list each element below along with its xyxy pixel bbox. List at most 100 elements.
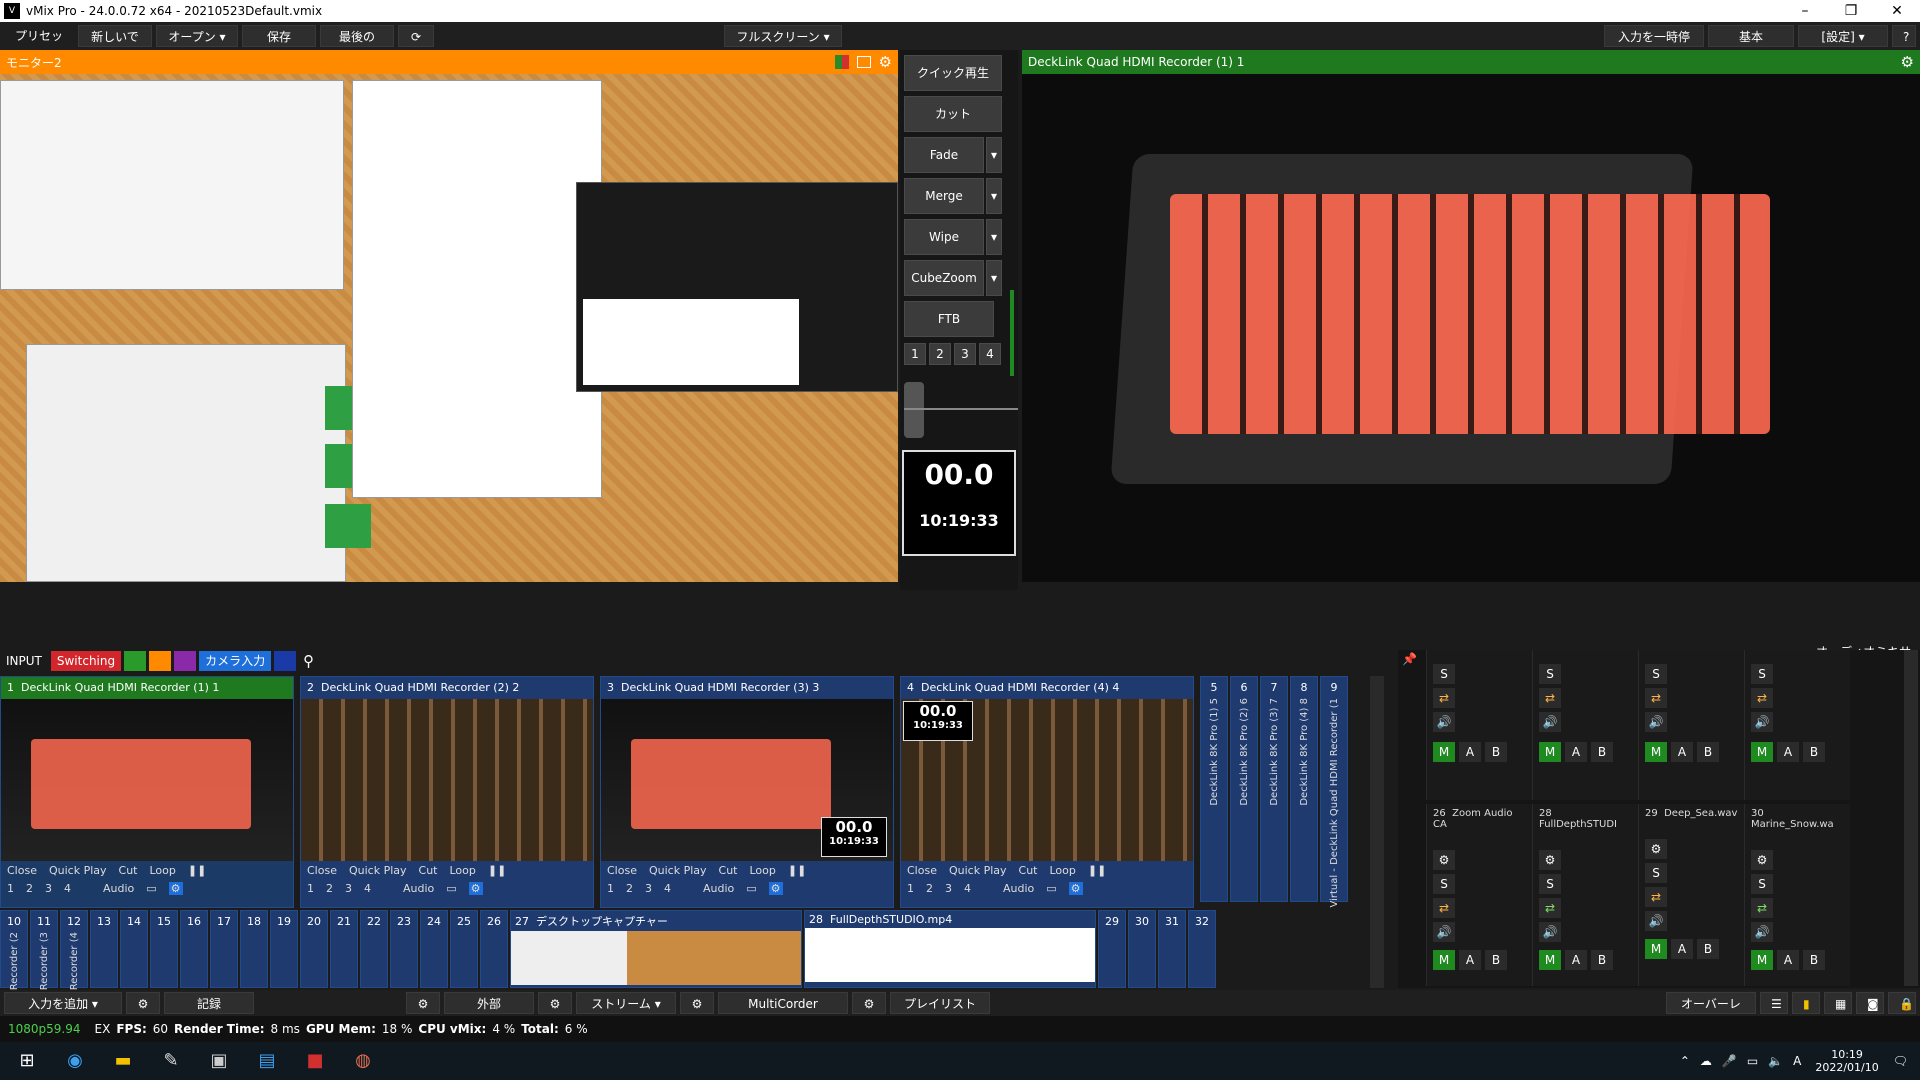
input-tile-14[interactable]: 14: [120, 910, 148, 988]
solo-button[interactable]: S: [1539, 874, 1561, 894]
slot-2[interactable]: 2: [326, 882, 333, 895]
photos-icon[interactable]: ▣: [202, 1046, 236, 1076]
speaker-icon[interactable]: 🔊: [1433, 922, 1455, 942]
blue-color-tab[interactable]: [274, 651, 297, 671]
bus-a-button[interactable]: A: [1459, 950, 1481, 970]
input-tile-19[interactable]: 19: [270, 910, 298, 988]
input-tile-3[interactable]: 3 DeckLink Quad HDMI Recorder (3) 3 00.0…: [600, 676, 894, 908]
input-tile-9[interactable]: 9 Virtual - DeckLink Quad HDMI Recorder (…: [1320, 676, 1348, 908]
solo-button[interactable]: S: [1433, 664, 1455, 684]
edge-icon[interactable]: ◉: [58, 1046, 92, 1076]
bus-b-button[interactable]: B: [1803, 742, 1825, 762]
slot-1[interactable]: 1: [907, 882, 914, 895]
fade-dropdown[interactable]: ▾: [986, 137, 1002, 173]
bus-b-button[interactable]: B: [1591, 950, 1613, 970]
merge-button[interactable]: Merge: [904, 178, 984, 214]
save-button[interactable]: 保存: [242, 25, 316, 47]
cut-button[interactable]: カット: [904, 96, 1002, 132]
loop-button[interactable]: Loop: [1049, 864, 1075, 877]
t-bar-slider[interactable]: [904, 382, 924, 438]
input-tile-27[interactable]: 27 デスクトップキャプチャー: [510, 910, 802, 988]
input-tile-17[interactable]: 17: [210, 910, 238, 988]
gear-icon[interactable]: ⚙: [879, 53, 892, 71]
add-input-button[interactable]: 入力を追加 ▾: [4, 992, 122, 1014]
audio-pin-icon[interactable]: 📌: [1402, 652, 1417, 666]
gear-icon[interactable]: ⚙: [680, 992, 714, 1014]
master-button[interactable]: M: [1433, 950, 1455, 970]
cut-button[interactable]: Cut: [419, 864, 438, 877]
route-icon[interactable]: ⇄: [1645, 688, 1667, 708]
pause-icon[interactable]: ❚❚: [188, 864, 206, 877]
refresh-icon[interactable]: ⟳: [398, 25, 434, 47]
bus-b-button[interactable]: B: [1485, 742, 1507, 762]
playlist-button[interactable]: プレイリスト: [890, 992, 990, 1014]
fade-button[interactable]: Fade: [904, 137, 984, 173]
cut-button[interactable]: Cut: [1019, 864, 1038, 877]
close-button[interactable]: Close: [7, 864, 37, 877]
master-button[interactable]: M: [1751, 950, 1773, 970]
windows-start-icon[interactable]: ⊞: [10, 1046, 44, 1076]
slot-3[interactable]: 3: [945, 882, 952, 895]
cut-button[interactable]: Cut: [719, 864, 738, 877]
slot-3[interactable]: 3: [954, 343, 976, 365]
master-button[interactable]: M: [1433, 742, 1455, 762]
close-button[interactable]: Close: [307, 864, 337, 877]
slot-3[interactable]: 3: [45, 882, 52, 895]
master-button[interactable]: M: [1645, 939, 1667, 959]
input-tile-31[interactable]: 31: [1158, 910, 1186, 988]
layout-icon[interactable]: [856, 56, 871, 68]
camera-tab[interactable]: カメラ入力: [199, 651, 272, 671]
maximize-button[interactable]: ❐: [1828, 3, 1874, 19]
quick-play-button[interactable]: Quick Play: [949, 864, 1007, 877]
audio-button[interactable]: Audio: [103, 882, 134, 895]
notification-icon[interactable]: 🗨: [1893, 1054, 1908, 1068]
slot-4[interactable]: 4: [364, 882, 371, 895]
monitor-icon[interactable]: ▭: [146, 882, 156, 895]
input-tile-26[interactable]: 26: [480, 910, 508, 988]
monitor-icon[interactable]: ▭: [746, 882, 756, 895]
slot-1[interactable]: 1: [307, 882, 314, 895]
preview-panel[interactable]: モニター2 ⚙: [0, 50, 898, 582]
route-icon[interactable]: ⇄: [1751, 688, 1773, 708]
close-button[interactable]: Close: [607, 864, 637, 877]
cubezoom-dropdown[interactable]: ▾: [986, 260, 1002, 296]
bus-a-button[interactable]: A: [1459, 742, 1481, 762]
solo-button[interactable]: S: [1645, 863, 1667, 883]
slot-4[interactable]: 4: [964, 882, 971, 895]
chevron-up-icon[interactable]: ⌃: [1680, 1054, 1690, 1068]
bus-b-button[interactable]: B: [1697, 742, 1719, 762]
wipe-dropdown[interactable]: ▾: [986, 219, 1002, 255]
route-icon[interactable]: ⇄: [1433, 688, 1455, 708]
speaker-icon[interactable]: 🔊: [1751, 922, 1773, 942]
slot-3[interactable]: 3: [345, 882, 352, 895]
close-button[interactable]: ✕: [1874, 3, 1920, 19]
input-tile-6[interactable]: 6 DeckLink 8K Pro (2) 6: [1230, 676, 1258, 902]
switching-tab[interactable]: Switching: [50, 651, 122, 671]
input-tile-15[interactable]: 15: [150, 910, 178, 988]
slot-3[interactable]: 3: [645, 882, 652, 895]
audio-button[interactable]: Audio: [703, 882, 734, 895]
gear-icon[interactable]: ⚙: [468, 881, 483, 895]
volume-icon[interactable]: 🔈: [1768, 1054, 1783, 1068]
gear-icon[interactable]: ⚙: [538, 992, 572, 1014]
bus-a-button[interactable]: A: [1777, 742, 1799, 762]
input-tile-20[interactable]: 20: [300, 910, 328, 988]
route-icon[interactable]: ⇄: [1433, 898, 1455, 918]
route-icon[interactable]: ⇄: [1751, 898, 1773, 918]
speaker-icon[interactable]: 🔊: [1433, 712, 1455, 732]
speaker-icon[interactable]: 🔊: [1539, 712, 1561, 732]
bus-b-button[interactable]: B: [1697, 939, 1719, 959]
pause-icon[interactable]: ❚❚: [488, 864, 506, 877]
monitor-icon[interactable]: ▭: [446, 882, 456, 895]
settings-button[interactable]: [設定] ▾: [1798, 25, 1888, 47]
slot-2[interactable]: 2: [926, 882, 933, 895]
input-tile-7[interactable]: 7 DeckLink 8K Pro (3) 7: [1260, 676, 1288, 902]
loop-button[interactable]: Loop: [749, 864, 775, 877]
master-button[interactable]: M: [1645, 742, 1667, 762]
bus-b-button[interactable]: B: [1485, 950, 1507, 970]
record-button[interactable]: 記録: [164, 992, 254, 1014]
audio-button[interactable]: Audio: [403, 882, 434, 895]
input-tile-16[interactable]: 16: [180, 910, 208, 988]
grid-icon[interactable]: ▦: [1824, 992, 1852, 1014]
gear-icon[interactable]: ⚙: [1068, 881, 1083, 895]
